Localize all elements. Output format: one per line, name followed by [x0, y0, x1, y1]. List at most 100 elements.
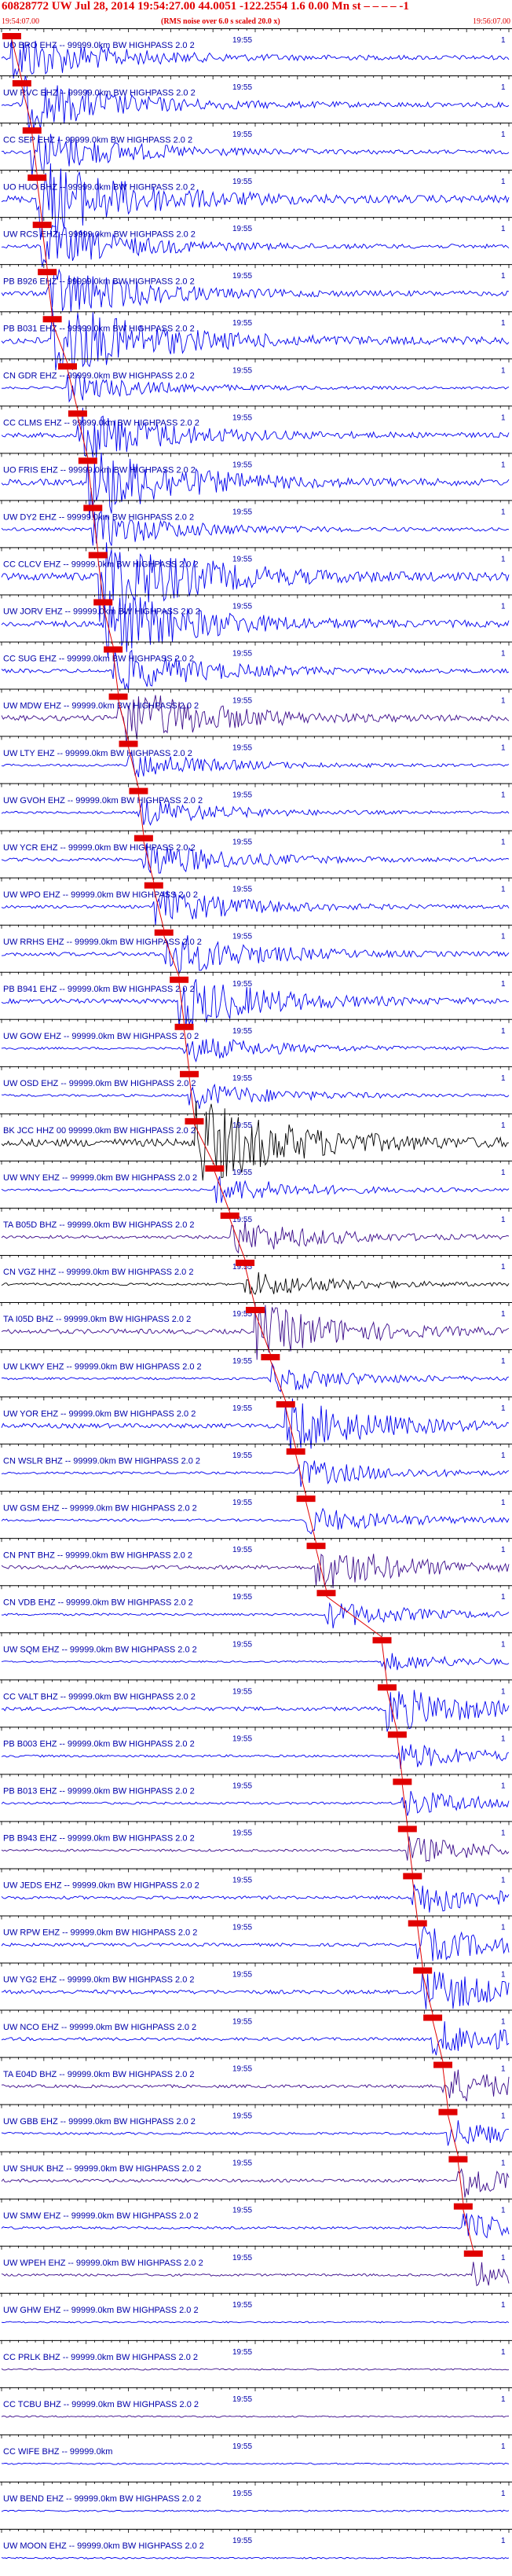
waveform-trace [1, 2368, 510, 2371]
end-tick-label: 1 [501, 2065, 506, 2074]
station-label: UW JEDS EHZ -- 99999.0km BW HIGHPASS 2.0… [3, 1881, 199, 1891]
station-label: UW YOR EHZ -- 99999.0km BW HIGHPASS 2.0 … [3, 1409, 196, 1418]
station-label: CC CLMS EHZ -- 99999.0km BW HIGHPASS 2.0… [3, 419, 199, 428]
station-label: UW WNY EHZ -- 99999.0km BW HIGHPASS 2.0 … [3, 1173, 197, 1183]
phase-pick-marker [372, 1637, 392, 1644]
station-label: UW LKWY EHZ -- 99999.0km BW HIGHPASS 2.0… [3, 1362, 202, 1371]
mid-time-label: 19:55 [232, 366, 252, 375]
mid-time-label: 19:55 [232, 602, 252, 611]
station-label: UO FRIS EHZ -- 99999.0km BW HIGHPASS 2.0… [3, 466, 196, 475]
station-label: UW NCO EHZ -- 99999.0km BW HIGHPASS 2.0 … [3, 2023, 196, 2032]
phase-pick-marker [276, 1401, 295, 1408]
phase-pick-marker [180, 1070, 199, 1077]
end-tick-label: 1 [501, 1734, 506, 1743]
phase-pick-marker [246, 1307, 265, 1314]
phase-pick-marker [387, 1731, 407, 1738]
station-label: UO HUO BHZ -- 99999.0km BW HIGHPASS 2.0 … [3, 182, 195, 192]
phase-pick-marker [104, 646, 123, 653]
mid-time-label: 19:55 [232, 130, 252, 139]
mid-time-label: 19:55 [232, 1357, 252, 1366]
station-label: UW GHW EHZ -- 99999.0km BW HIGHPASS 2.0 … [3, 2306, 199, 2315]
end-tick-label: 1 [501, 508, 506, 516]
end-tick-label: 1 [501, 130, 506, 139]
station-label: UW SMW EHZ -- 99999.0km BW HIGHPASS 2.0 … [3, 2211, 199, 2221]
event-title: 60828772 UW Jul 28, 2014 19:54:27.00 44.… [2, 0, 409, 13]
waveform-trace [1, 268, 510, 312]
mid-time-label: 19:55 [232, 2301, 252, 2310]
station-label: UW RPW EHZ -- 99999.0km BW HIGHPASS 2.0 … [3, 1928, 197, 1938]
phase-pick-marker [448, 2156, 468, 2163]
mid-time-label: 19:55 [232, 980, 252, 989]
phase-pick-marker [154, 929, 174, 936]
station-label: CC CLCV EHZ -- 99999.0km BW HIGHPASS 2.0… [3, 560, 199, 570]
station-label: UW MDW EHZ -- 99999.0km BW HIGHPASS 2.0 … [3, 702, 199, 711]
pick-connector [401, 1785, 408, 1826]
end-tick-label: 1 [501, 1216, 506, 1224]
station-label: UW SHUK BHZ -- 99999.0km BW HIGHPASS 2.0… [3, 2164, 201, 2174]
station-label: CN PNT BHZ -- 99999.0km BW HIGHPASS 2.0 … [3, 1550, 192, 1560]
end-tick-label: 1 [501, 178, 506, 186]
end-tick-label: 1 [501, 1829, 506, 1837]
station-label: UW WPEH EHZ -- 99999.0km BW HIGHPASS 2.0… [3, 2259, 203, 2268]
end-tick-label: 1 [501, 2395, 506, 2404]
mid-time-label: 19:55 [232, 1734, 252, 1743]
phase-pick-marker [144, 882, 163, 889]
waveform-trace [1, 2321, 510, 2324]
station-label: CN WSLR BHZ -- 99999.0km BW HIGHPASS 2.0… [3, 1456, 200, 1466]
phase-pick-marker [463, 2250, 483, 2257]
phase-pick-marker [27, 174, 47, 182]
end-tick-label: 1 [501, 2254, 506, 2262]
phase-pick-marker [129, 787, 148, 794]
mid-time-label: 19:55 [232, 225, 252, 233]
phase-pick-marker [236, 1259, 255, 1266]
mid-time-label: 19:55 [232, 744, 252, 753]
end-tick-label: 1 [501, 1640, 506, 1649]
station-label: PB B943 EHZ -- 99999.0km BW HIGHPASS 2.0… [3, 1834, 195, 1844]
station-label: UW SQM EHZ -- 99999.0km BW HIGHPASS 2.0 … [3, 1645, 197, 1654]
phase-pick-marker [393, 1778, 412, 1785]
mid-time-label: 19:55 [232, 838, 252, 847]
mid-time-label: 19:55 [232, 1923, 252, 1932]
end-tick-label: 1 [501, 602, 506, 611]
end-tick-label: 1 [501, 2348, 506, 2357]
station-label: UW OSD EHZ -- 99999.0km BW HIGHPASS 2.0 … [3, 1079, 196, 1088]
phase-pick-marker [205, 1165, 225, 1172]
mid-time-label: 19:55 [232, 1971, 252, 1980]
seismogram-plot: UO BRO EHZ -- 99999.0km BW HIGHPASS 2.0 … [0, 28, 512, 2559]
station-label: PB B031 EHZ -- 99999.0km BW HIGHPASS 2.0… [3, 324, 195, 333]
phase-pick-marker [453, 2203, 473, 2210]
mid-time-label: 19:55 [232, 1121, 252, 1130]
end-tick-label: 1 [501, 1782, 506, 1790]
mid-time-label: 19:55 [232, 1169, 252, 1177]
station-label: CC VALT BHZ -- 99999.0km BW HIGHPASS 2.0… [3, 1693, 196, 1702]
pick-connector [244, 1265, 256, 1308]
end-tick-label: 1 [501, 1971, 506, 1980]
end-tick-label: 1 [501, 1404, 506, 1413]
mid-time-label: 19:55 [232, 2537, 252, 2545]
mid-time-label: 19:55 [232, 461, 252, 469]
mid-time-label: 19:55 [232, 2112, 252, 2121]
phase-pick-marker [306, 1543, 326, 1550]
station-label: UW DY2 EHZ -- 99999.0km BW HIGHPASS 2.0 … [3, 513, 194, 523]
phase-pick-marker [78, 457, 97, 464]
station-label: UW GVOH EHZ -- 99999.0km BW HIGHPASS 2.0… [3, 796, 203, 805]
mid-time-label: 19:55 [232, 886, 252, 894]
phase-pick-marker [377, 1684, 397, 1691]
station-label: UW GOW EHZ -- 99999.0km BW HIGHPASS 2.0 … [3, 1032, 199, 1041]
end-tick-label: 1 [501, 2490, 506, 2498]
station-label: UW GBB EHZ -- 99999.0km BW HIGHPASS 2.0 … [3, 2117, 196, 2126]
phase-pick-marker [38, 269, 57, 276]
end-tick-label: 1 [501, 1546, 506, 1554]
mid-time-label: 19:55 [232, 508, 252, 516]
end-tick-label: 1 [501, 649, 506, 658]
end-tick-label: 1 [501, 1027, 506, 1036]
mid-time-label: 19:55 [232, 272, 252, 281]
phase-pick-marker [42, 316, 62, 323]
end-tick-label: 1 [501, 2207, 506, 2215]
phase-pick-marker [68, 410, 87, 417]
end-tick-label: 1 [501, 744, 506, 753]
station-label: UW YCR EHZ -- 99999.0km BW HIGHPASS 2.0 … [3, 843, 196, 853]
end-tick-label: 1 [501, 791, 506, 800]
mid-time-label: 19:55 [232, 2018, 252, 2027]
station-label: PB B013 EHZ -- 99999.0km BW HIGHPASS 2.0… [3, 1787, 195, 1796]
